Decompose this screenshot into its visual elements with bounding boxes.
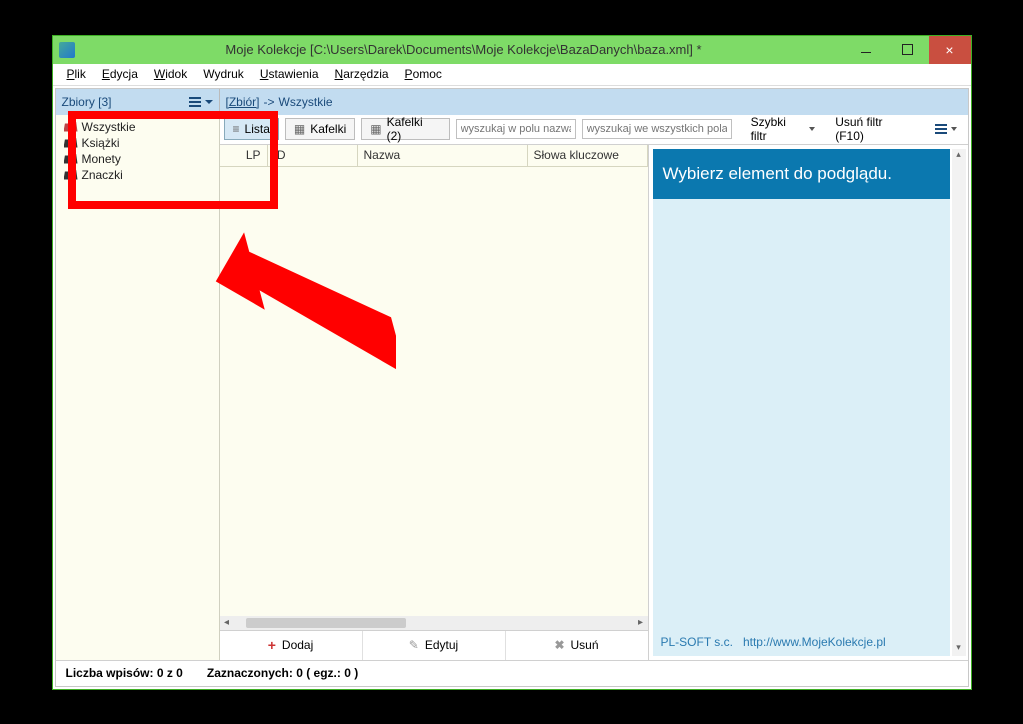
chevron-down-icon bbox=[205, 100, 213, 104]
list-icon bbox=[233, 122, 240, 136]
search-name-input[interactable] bbox=[456, 119, 576, 139]
hamburger-icon bbox=[935, 124, 947, 134]
scroll-down-icon[interactable]: ▾ bbox=[952, 642, 966, 656]
preview-placeholder: Wybierz element do podglądu. bbox=[653, 149, 950, 199]
grid-pane: LP ID Nazwa Słowa kluczowe ◂ ▸ +Doda bbox=[220, 145, 648, 660]
breadcrumb-link[interactable]: [Zbiór] bbox=[226, 95, 260, 109]
website-link[interactable]: http://www.MojeKolekcje.pl bbox=[743, 635, 886, 649]
search-all-input[interactable] bbox=[582, 119, 732, 139]
action-bar: +Dodaj ✎Edytuj ✖Usuń bbox=[220, 630, 648, 660]
status-count: Liczba wpisów: 0 z 0 bbox=[66, 666, 183, 680]
column-id[interactable]: ID bbox=[268, 145, 358, 166]
maximize-button[interactable] bbox=[887, 36, 929, 64]
edit-icon: ✎ bbox=[409, 638, 419, 652]
sidebar-item-label: Wszystkie bbox=[82, 120, 136, 134]
view-list-button[interactable]: Lista bbox=[224, 118, 279, 140]
vertical-scrollbar[interactable]: ▴ ▾ bbox=[952, 149, 966, 656]
menubar: Plik Edycja Widok Wydruk Ustawienia Narz… bbox=[53, 64, 971, 86]
app-icon bbox=[59, 42, 75, 58]
column-slowa[interactable]: Słowa kluczowe bbox=[528, 145, 648, 166]
view-tiles-button[interactable]: Kafelki bbox=[285, 118, 355, 140]
sidebar-item-coins[interactable]: Monety bbox=[64, 151, 211, 167]
titlebar: Moje Kolekcje [C:\Users\Darek\Documents\… bbox=[53, 36, 971, 64]
preview-pane: Wybierz element do podglądu. PL-SOFT s.c… bbox=[648, 145, 968, 660]
add-button[interactable]: +Dodaj bbox=[220, 631, 363, 660]
delete-button[interactable]: ✖Usuń bbox=[506, 631, 648, 660]
grid-body[interactable] bbox=[220, 167, 648, 616]
menu-file[interactable]: Plik bbox=[59, 65, 94, 83]
app-window: Moje Kolekcje [C:\Users\Darek\Documents\… bbox=[52, 35, 972, 690]
menu-view[interactable]: Widok bbox=[146, 65, 195, 83]
edit-button[interactable]: ✎Edytuj bbox=[363, 631, 506, 660]
plus-icon: + bbox=[268, 637, 276, 653]
company-label: PL-SOFT s.c. bbox=[661, 635, 733, 649]
status-bar: Liczba wpisów: 0 z 0 Zaznaczonych: 0 ( e… bbox=[56, 660, 968, 686]
main-pane: Lista Kafelki Kafelki (2) Szybki filtr U… bbox=[220, 115, 968, 660]
sidebar: Wszystkie Książki Monety Znaczki bbox=[56, 115, 220, 660]
sidebar-header-label: Zbiory [3] bbox=[62, 95, 112, 109]
sidebar-item-label: Książki bbox=[82, 136, 120, 150]
toolbar: Lista Kafelki Kafelki (2) Szybki filtr U… bbox=[220, 115, 968, 145]
sidebar-item-label: Znaczki bbox=[82, 168, 123, 182]
sidebar-item-books[interactable]: Książki bbox=[64, 135, 211, 151]
menu-edit[interactable]: Edycja bbox=[94, 65, 146, 83]
sidebar-item-all[interactable]: Wszystkie bbox=[64, 119, 211, 135]
hamburger-icon bbox=[189, 97, 201, 107]
quick-filter-button[interactable]: Szybki filtr bbox=[744, 112, 823, 146]
horizontal-scrollbar[interactable]: ◂ ▸ bbox=[220, 616, 648, 630]
preview-footer: PL-SOFT s.c. http://www.MojeKolekcje.pl bbox=[653, 628, 950, 656]
sidebar-item-label: Monety bbox=[82, 152, 121, 166]
preview-body bbox=[653, 199, 950, 628]
menu-print[interactable]: Wydruk bbox=[195, 65, 252, 83]
column-lp[interactable]: LP bbox=[220, 145, 268, 166]
sidebar-item-stamps[interactable]: Znaczki bbox=[64, 167, 211, 183]
scroll-right-icon[interactable]: ▸ bbox=[634, 617, 648, 628]
folder-icon bbox=[64, 122, 78, 132]
breadcrumb-bar: [Zbiór] -> Wszystkie bbox=[220, 89, 968, 115]
menu-tools[interactable]: Narzędzia bbox=[327, 65, 397, 83]
view-tiles2-button[interactable]: Kafelki (2) bbox=[361, 118, 449, 140]
toolbar-menu-button[interactable] bbox=[928, 121, 964, 137]
folder-icon bbox=[64, 138, 78, 148]
close-button[interactable]: × bbox=[929, 36, 971, 64]
status-selected: Zaznaczonych: 0 ( egz.: 0 ) bbox=[207, 666, 358, 680]
column-nazwa[interactable]: Nazwa bbox=[358, 145, 528, 166]
delete-icon: ✖ bbox=[554, 638, 564, 652]
chevron-down-icon bbox=[809, 127, 815, 131]
clear-filter-button[interactable]: Usuń filtr (F10) bbox=[828, 112, 921, 146]
minimize-button[interactable] bbox=[845, 36, 887, 64]
folder-icon bbox=[64, 154, 78, 164]
grid-header: LP ID Nazwa Słowa kluczowe bbox=[220, 145, 648, 167]
menu-settings[interactable]: Ustawienia bbox=[252, 65, 327, 83]
menu-help[interactable]: Pomoc bbox=[397, 65, 450, 83]
breadcrumb-current: Wszystkie bbox=[279, 95, 333, 109]
sidebar-header[interactable]: Zbiory [3] bbox=[56, 89, 220, 115]
tiles-icon bbox=[370, 122, 381, 136]
breadcrumb-separator: -> bbox=[264, 95, 275, 109]
folder-icon bbox=[64, 170, 78, 180]
scroll-up-icon[interactable]: ▴ bbox=[952, 149, 966, 163]
chevron-down-icon bbox=[951, 127, 957, 131]
window-title: Moje Kolekcje [C:\Users\Darek\Documents\… bbox=[83, 42, 845, 57]
scroll-left-icon[interactable]: ◂ bbox=[220, 617, 234, 628]
tiles-icon bbox=[294, 122, 305, 136]
